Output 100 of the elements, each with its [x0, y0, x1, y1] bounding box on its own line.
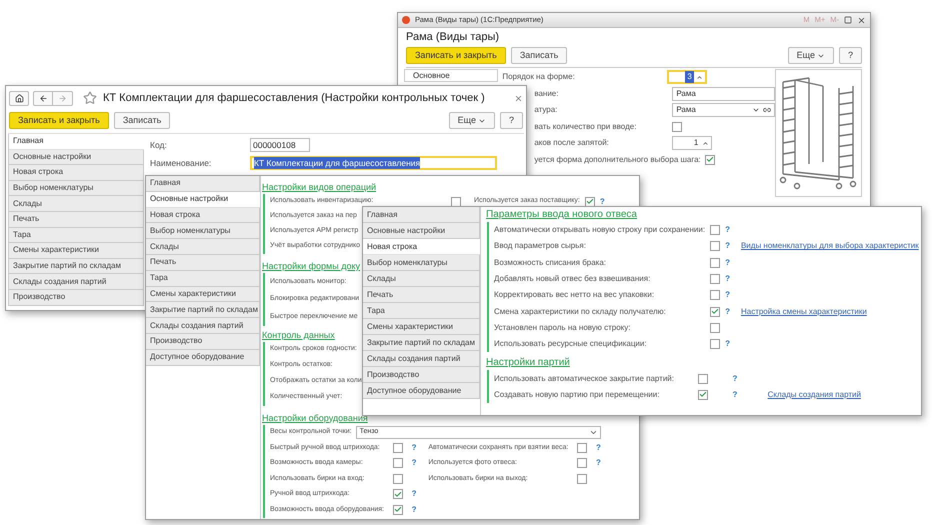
checkbox[interactable]: [710, 322, 720, 333]
save-close-button[interactable]: Записать и закрыть: [9, 112, 109, 129]
tab[interactable]: Новая строка: [363, 239, 480, 255]
more-button[interactable]: Еще: [788, 47, 834, 64]
tab[interactable]: Тара: [9, 228, 144, 244]
help-button[interactable]: ?: [838, 47, 862, 64]
checkbox[interactable]: [672, 122, 682, 132]
tab[interactable]: Производство: [9, 290, 144, 306]
tab[interactable]: Основное: [404, 69, 498, 82]
checkbox[interactable]: [392, 458, 403, 468]
checkbox[interactable]: [710, 339, 720, 350]
tab[interactable]: Выбор номенклатуры: [363, 255, 480, 271]
star-icon[interactable]: [83, 91, 97, 105]
help-link[interactable]: ?: [725, 256, 730, 269]
tab[interactable]: Смены характеристики: [146, 286, 260, 302]
text-field[interactable]: КТ Комплектации для фаршесоставления: [250, 156, 497, 170]
tab[interactable]: Склады: [146, 239, 260, 255]
tab[interactable]: Новая строка: [9, 165, 144, 181]
back-button[interactable]: [33, 90, 53, 106]
settings-link[interactable]: Настройка смены характеристики: [740, 306, 867, 318]
settings-link[interactable]: Склады создания партий: [768, 388, 861, 401]
spin-icon[interactable]: [696, 74, 703, 81]
save-close-button[interactable]: Записать и закрыть: [406, 47, 506, 64]
tab[interactable]: Склады: [363, 271, 480, 287]
tab[interactable]: Закрытие партий по складам: [146, 302, 260, 318]
tab[interactable]: Смены характеристики: [9, 243, 144, 259]
tab[interactable]: Склады: [9, 196, 144, 212]
help-link[interactable]: ?: [725, 240, 730, 252]
checkbox[interactable]: [698, 390, 708, 400]
section-heading: Контроль данных: [262, 328, 335, 342]
checkbox[interactable]: [451, 196, 461, 206]
checkbox[interactable]: [392, 489, 403, 500]
number-field[interactable]: 1: [672, 136, 712, 150]
checkbox[interactable]: [710, 274, 720, 284]
checkbox[interactable]: [577, 474, 588, 484]
tab[interactable]: Новая строка: [146, 208, 260, 224]
settings-link[interactable]: Виды номенклатуры для выбора характеристик: [740, 240, 919, 252]
tab[interactable]: Склады создания партий: [363, 351, 480, 367]
tab[interactable]: Производство: [146, 334, 260, 350]
maximize-icon[interactable]: [844, 16, 852, 24]
tab[interactable]: Печать: [9, 212, 144, 228]
checkbox[interactable]: [710, 306, 720, 317]
help-link[interactable]: ?: [725, 338, 730, 350]
tab[interactable]: Выбор номенклатуры: [9, 180, 144, 196]
tab[interactable]: Тара: [146, 270, 260, 287]
tab[interactable]: Основные настройки: [363, 223, 480, 239]
spin-icon[interactable]: [702, 140, 710, 147]
checkbox[interactable]: [710, 290, 720, 300]
help-link[interactable]: ?: [412, 442, 416, 454]
tab[interactable]: Основные настройки: [146, 192, 260, 208]
checkbox[interactable]: [392, 504, 403, 515]
number-field[interactable]: 3: [666, 70, 707, 84]
checkbox[interactable]: [392, 474, 403, 484]
tab[interactable]: Закрытие партий по складам: [9, 258, 144, 274]
tab[interactable]: Основные настройки: [9, 150, 144, 166]
help-link[interactable]: ?: [725, 224, 730, 236]
tab[interactable]: Главная: [363, 207, 480, 223]
checkbox[interactable]: [698, 374, 708, 384]
more-button[interactable]: Еще: [448, 112, 495, 129]
tab[interactable]: Доступное оборудование: [146, 350, 260, 366]
help-link[interactable]: ?: [732, 388, 738, 401]
help-link[interactable]: ?: [412, 504, 416, 516]
help-link[interactable]: ?: [412, 488, 416, 500]
tab[interactable]: Главная: [146, 176, 260, 192]
tab[interactable]: Производство: [363, 367, 480, 383]
tab[interactable]: Тара: [363, 303, 480, 319]
tab[interactable]: Выбор номенклатуры: [146, 223, 260, 240]
dropdown-field[interactable]: Рама: [672, 103, 776, 118]
tab[interactable]: Склады создания партий: [9, 274, 144, 290]
tab[interactable]: Доступное оборудование: [363, 383, 480, 399]
help-link[interactable]: ?: [725, 273, 730, 286]
checkbox[interactable]: [392, 442, 403, 453]
help-button[interactable]: ?: [500, 112, 523, 129]
tab[interactable]: Смены характеристики: [363, 319, 480, 335]
checkbox[interactable]: [704, 154, 715, 165]
checkbox[interactable]: [577, 458, 588, 468]
help-link[interactable]: ?: [600, 196, 605, 208]
help-link[interactable]: ?: [412, 457, 416, 470]
text-field[interactable]: Рама: [672, 86, 776, 101]
help-link[interactable]: ?: [596, 442, 601, 454]
text-field[interactable]: 000000108: [250, 138, 310, 152]
tab[interactable]: Печать: [363, 287, 480, 303]
home-button[interactable]: [9, 90, 29, 106]
help-link[interactable]: ?: [725, 306, 730, 318]
close-icon[interactable]: [514, 94, 523, 102]
checkbox[interactable]: [584, 196, 595, 206]
checkbox[interactable]: [710, 225, 720, 236]
checkbox[interactable]: [577, 442, 588, 453]
help-link[interactable]: ?: [725, 289, 730, 302]
link-icon[interactable]: [763, 106, 772, 114]
tab[interactable]: Закрытие партий по складам: [363, 335, 480, 351]
help-link[interactable]: ?: [596, 457, 601, 470]
help-link[interactable]: ?: [732, 372, 738, 385]
tab[interactable]: Склады создания партий: [146, 318, 260, 334]
checkbox[interactable]: [710, 241, 720, 252]
save-button[interactable]: Записать: [510, 47, 568, 64]
tab[interactable]: Печать: [146, 254, 260, 271]
checkbox[interactable]: [710, 258, 720, 268]
save-button[interactable]: Записать: [114, 112, 170, 129]
close-icon[interactable]: [857, 16, 866, 24]
